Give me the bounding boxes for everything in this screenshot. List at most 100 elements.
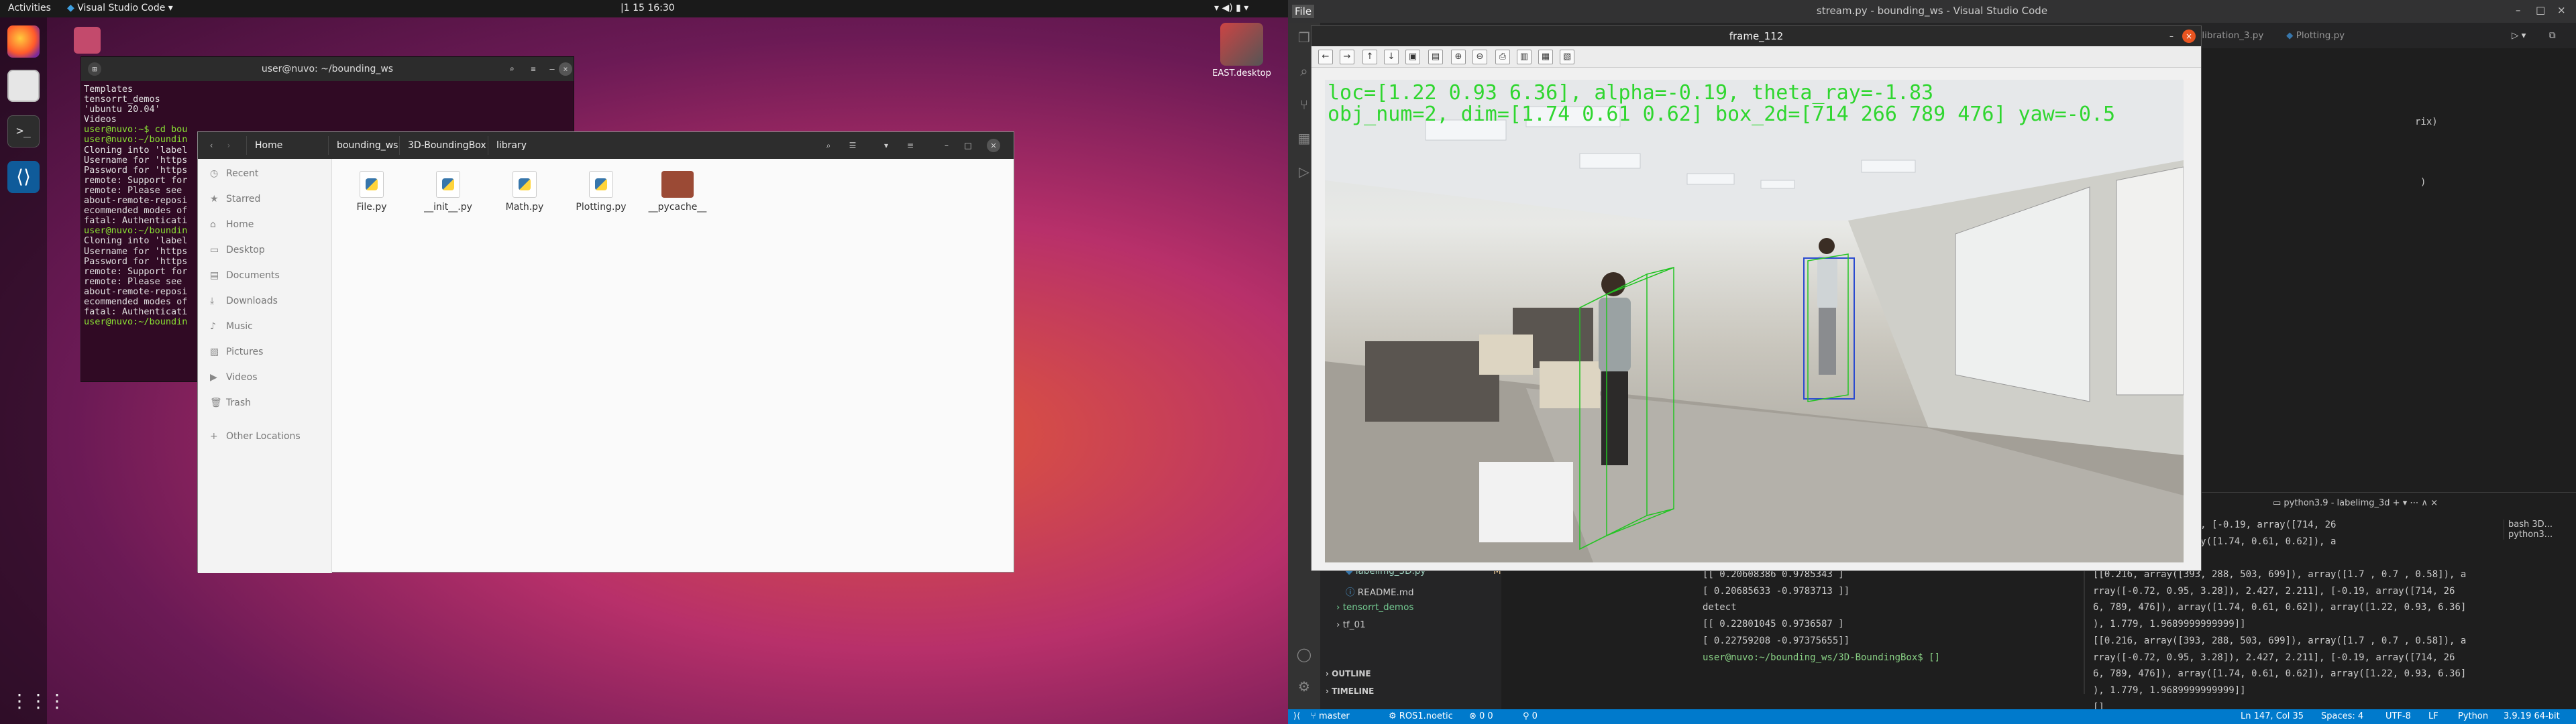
save-image-icon[interactable]: ⎙ bbox=[1495, 50, 1510, 64]
folder-icon bbox=[661, 171, 694, 198]
show-apps-icon[interactable]: ⋮⋮⋮ bbox=[10, 688, 66, 715]
explorer-folder[interactable]: › tf_01 bbox=[1336, 619, 1366, 630]
zoom-fit-icon[interactable]: ▣ bbox=[1405, 50, 1420, 64]
pan-down-icon[interactable]: ↓ bbox=[1384, 50, 1399, 64]
camera-frame[interactable]: loc=[1.22 0.93 6.36], alpha=-0.19, theta… bbox=[1325, 80, 2184, 562]
maximize-icon[interactable]: □ bbox=[2536, 4, 2545, 16]
menu-icon[interactable]: ≡ bbox=[527, 62, 540, 76]
sidebar-item[interactable]: ★ Starred bbox=[210, 194, 260, 204]
search-icon[interactable]: ⌕ bbox=[505, 62, 519, 76]
vscode-icon[interactable]: ⟨⟩ bbox=[7, 161, 40, 193]
remote-icon[interactable]: ⟩⟨ bbox=[1293, 711, 1300, 721]
terminal-dropdown[interactable]: ▭ python3.9 - labelimg_3d + ▾ ⋯ ∧ × bbox=[2273, 498, 2438, 508]
back-icon[interactable]: ‹ bbox=[205, 139, 218, 152]
terminal-session-python[interactable]: python3... bbox=[2508, 530, 2575, 540]
zoom-out-icon[interactable]: ⊖ bbox=[1472, 50, 1487, 64]
breadcrumb-item[interactable]: bounding_ws bbox=[328, 136, 406, 155]
activities-button[interactable]: Activities bbox=[8, 3, 51, 13]
sort-icon[interactable]: ▾ bbox=[879, 139, 893, 152]
error-icon: ⊗ bbox=[1469, 711, 1480, 721]
source-control-icon[interactable]: ⑂ bbox=[1296, 97, 1312, 113]
app-menu[interactable]: ◆ Visual Studio Code ▾ bbox=[67, 3, 173, 13]
view-list-icon[interactable]: ☰ bbox=[846, 139, 859, 152]
pan-left-icon[interactable]: ← bbox=[1318, 50, 1333, 64]
explorer-folder[interactable]: › tensorrt_demos bbox=[1336, 602, 1413, 613]
firefox-icon[interactable] bbox=[7, 25, 40, 58]
overlay-loc-text: loc=[1.22 0.93 6.36], alpha=-0.19, theta… bbox=[1328, 81, 1934, 105]
run-icon[interactable]: ▷ ▾ bbox=[2502, 23, 2535, 48]
pan-right-icon[interactable]: → bbox=[1340, 50, 1354, 64]
sidebar-item[interactable]: ▨ Pictures bbox=[210, 347, 263, 357]
minimize-icon[interactable]: – bbox=[940, 139, 953, 152]
maximize-icon[interactable]: □ bbox=[961, 139, 975, 152]
split-editor-icon[interactable]: ⧉ bbox=[2540, 23, 2565, 48]
minimize-icon[interactable]: – bbox=[2516, 4, 2521, 16]
sidebar-item[interactable]: ▶ Videos bbox=[210, 372, 258, 383]
close-icon[interactable]: × bbox=[559, 62, 572, 76]
desktop-shortcut[interactable]: EAST.desktop bbox=[1212, 23, 1272, 78]
sidebar-item[interactable]: ⌂ Home bbox=[210, 219, 254, 230]
pan-up-icon[interactable]: ↑ bbox=[1362, 50, 1377, 64]
terminal-icon[interactable]: >_ bbox=[7, 115, 40, 147]
cursor-position[interactable]: Ln 147, Col 35 bbox=[2241, 711, 2304, 721]
sidebar-item[interactable]: 🗑 Trash bbox=[210, 398, 251, 408]
explorer-icon[interactable]: ❐ bbox=[1296, 29, 1312, 46]
python-interpreter[interactable]: 3.9.19 64-bit bbox=[2504, 711, 2560, 721]
timeline-section[interactable]: › TIMELINE bbox=[1326, 686, 1374, 696]
language-mode[interactable]: Python bbox=[2458, 711, 2488, 721]
sidebar-item-icon: ⌂ bbox=[210, 219, 216, 230]
problems-indicator[interactable]: ⊗ 0 0 bbox=[1469, 711, 1493, 721]
ports-indicator[interactable]: ⚲ 0 bbox=[1523, 711, 1538, 721]
home-folder-icon[interactable] bbox=[74, 27, 101, 54]
file-item[interactable]: Math.py bbox=[494, 171, 555, 213]
sidebar-item-icon: ◷ bbox=[210, 168, 219, 179]
branch-indicator[interactable]: ⑂ master bbox=[1311, 711, 1350, 721]
zoom-in-icon[interactable]: ⊕ bbox=[1451, 50, 1466, 64]
tab-plotting[interactable]: ◆ Plotting.py bbox=[2277, 23, 2354, 48]
clock[interactable]: |1 15 16:30 bbox=[621, 3, 675, 13]
file-item[interactable]: __init__.py bbox=[418, 171, 478, 213]
breadcrumb-item[interactable]: 3D-BoundingBox bbox=[399, 136, 494, 155]
forward-icon[interactable]: › bbox=[222, 139, 235, 152]
explorer-file[interactable]: ⓘ README.md bbox=[1346, 585, 1414, 598]
sidebar-item[interactable]: + Other Locations bbox=[210, 431, 301, 442]
minimize-icon[interactable]: – bbox=[545, 62, 559, 76]
extensions-icon[interactable]: ▦ bbox=[1296, 130, 1312, 146]
properties-icon[interactable]: ▦ bbox=[1538, 50, 1553, 64]
close-icon[interactable]: × bbox=[2182, 29, 2196, 43]
run-debug-icon[interactable]: ▷ bbox=[1296, 164, 1312, 180]
file-item[interactable]: __pycache__ bbox=[647, 171, 708, 213]
zoom-original-icon[interactable]: ▤ bbox=[1428, 50, 1443, 64]
copy-image-icon[interactable]: ▥ bbox=[1517, 50, 1532, 64]
new-tab-icon[interactable]: ⊞ bbox=[88, 62, 101, 76]
system-tray-icon[interactable]: ▾ ◀) ▮ ▾ bbox=[1214, 3, 1248, 13]
settings-icon[interactable]: ▧ bbox=[1560, 50, 1574, 64]
search-icon[interactable]: ⌕ bbox=[822, 139, 835, 152]
sidebar-item[interactable]: ♪ Music bbox=[210, 321, 253, 332]
close-icon[interactable]: × bbox=[2557, 4, 2566, 16]
menu-icon[interactable]: ≡ bbox=[904, 139, 917, 152]
files-icon[interactable] bbox=[7, 70, 40, 102]
sidebar-item[interactable]: ▭ Desktop bbox=[210, 245, 265, 255]
indentation[interactable]: Spaces: 4 bbox=[2321, 711, 2363, 721]
settings-gear-icon[interactable]: ⚙ bbox=[1296, 678, 1312, 695]
file-item[interactable]: Plotting.py bbox=[571, 171, 631, 213]
breadcrumb-item[interactable]: Home bbox=[246, 136, 290, 155]
terminal-session-bash[interactable]: bash 3D... bbox=[2508, 520, 2575, 530]
search-icon[interactable]: ⌕ bbox=[1296, 63, 1312, 79]
files-window[interactable]: ‹ › Home bounding_ws 3D-BoundingBox library… bbox=[197, 131, 1014, 573]
account-icon[interactable]: ◯ bbox=[1296, 646, 1312, 662]
sidebar-item[interactable]: ▤ Documents bbox=[210, 270, 280, 281]
breadcrumb-item[interactable]: library bbox=[488, 136, 535, 155]
encoding[interactable]: UTF-8 bbox=[2385, 711, 2411, 721]
sidebar-item[interactable]: ◷ Recent bbox=[210, 168, 258, 179]
sidebar-item[interactable]: ⤓ Downloads bbox=[210, 296, 278, 306]
file-item[interactable]: File.py bbox=[341, 171, 402, 213]
minimize-icon[interactable]: – bbox=[2165, 29, 2178, 43]
ros-indicator[interactable]: ⚙ ROS1.noetic bbox=[1389, 711, 1453, 721]
outline-section[interactable]: › OUTLINE bbox=[1326, 669, 1371, 678]
close-icon[interactable]: × bbox=[987, 139, 1000, 152]
line-ending[interactable]: LF bbox=[2428, 711, 2438, 721]
opencv-window[interactable]: frame_112 – × ← → ↑ ↓ ▣ ▤ ⊕ ⊖ ⎙ ▥ ▦ ▧ lo… bbox=[1311, 25, 2202, 571]
office-scene-illustration bbox=[1325, 80, 2184, 562]
